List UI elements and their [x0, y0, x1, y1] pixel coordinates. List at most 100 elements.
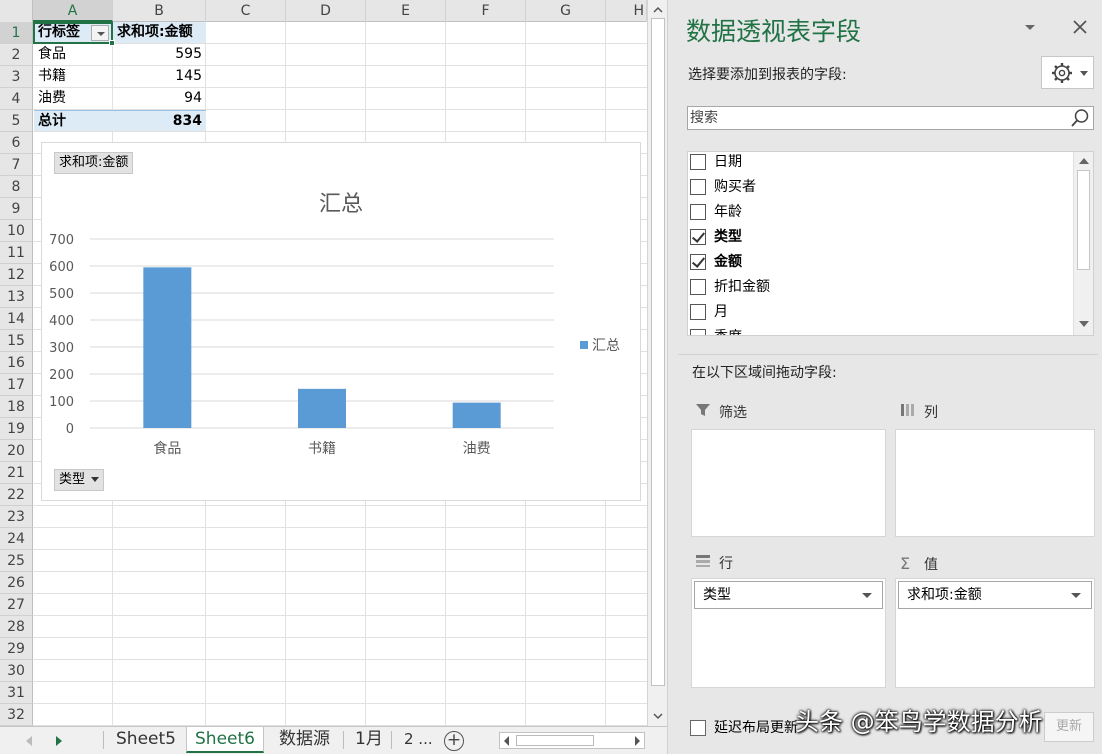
pivot-value-header[interactable]: 求和项:金额 [113, 22, 206, 43]
field-checkbox[interactable] [690, 304, 706, 320]
column-header-h[interactable]: H [606, 0, 647, 22]
chart-axis-field-button[interactable]: 类型 [54, 469, 105, 491]
search-icon[interactable] [1070, 108, 1090, 128]
pivot-total-label[interactable]: 总计 [34, 110, 113, 131]
pivot-row-label[interactable]: 食品 [34, 44, 113, 65]
row-header[interactable]: 19 [0, 418, 33, 440]
scroll-right-icon[interactable] [635, 736, 640, 746]
field-checkbox[interactable] [690, 279, 706, 295]
horizontal-scroll-thumb[interactable] [516, 735, 594, 746]
row-header[interactable]: 24 [0, 528, 33, 550]
row-header[interactable]: 13 [0, 286, 33, 308]
pivot-row-label[interactable]: 油费 [34, 88, 113, 109]
tools-button[interactable] [1041, 56, 1094, 89]
rows-drop-zone[interactable]: 类型 [691, 578, 886, 688]
scroll-left-icon[interactable] [504, 736, 509, 746]
row-header[interactable]: 8 [0, 176, 33, 198]
row-header[interactable]: 22 [0, 484, 33, 506]
row-header[interactable]: 23 [0, 506, 33, 528]
chevron-down-icon [91, 477, 100, 482]
row-header[interactable]: 9 [0, 198, 33, 220]
tab-sheet5[interactable]: Sheet5 [108, 727, 184, 753]
row-header[interactable]: 20 [0, 440, 33, 462]
row-header[interactable]: 15 [0, 330, 33, 352]
tab-sheet6[interactable]: Sheet6 [186, 727, 264, 753]
row-header[interactable]: 29 [0, 638, 33, 660]
row-header[interactable]: 25 [0, 550, 33, 572]
horizontal-scrollbar[interactable] [499, 732, 645, 749]
values-drop-zone[interactable]: 求和项:金额 [895, 578, 1095, 688]
column-header-e[interactable]: E [366, 0, 446, 22]
fill-handle[interactable] [109, 40, 115, 46]
pivot-row-value[interactable]: 94 [113, 88, 206, 109]
field-checkbox[interactable] [690, 154, 706, 170]
vertical-scrollbar[interactable] [647, 0, 667, 726]
row-header[interactable]: 26 [0, 572, 33, 594]
scroll-up-icon[interactable] [652, 4, 664, 16]
filter-drop-zone[interactable] [691, 429, 886, 537]
row-header[interactable]: 31 [0, 682, 33, 704]
row-header[interactable]: 5 [0, 110, 33, 132]
pivot-row-value[interactable]: 595 [113, 44, 206, 65]
field-checkbox[interactable] [690, 179, 706, 195]
row-header[interactable]: 30 [0, 660, 33, 682]
column-header-f[interactable]: F [446, 0, 526, 22]
scroll-down-icon[interactable] [652, 710, 664, 722]
tab-scroll-left-icon[interactable] [26, 736, 32, 746]
pivot-total-value[interactable]: 834 [113, 110, 206, 131]
values-field-chip[interactable]: 求和项:金额 [898, 581, 1092, 609]
rows-field-chip[interactable]: 类型 [694, 581, 883, 609]
field-label: 类型 [714, 229, 742, 245]
defer-layout-checkbox[interactable] [690, 720, 706, 736]
field-list-scrollbar[interactable] [1073, 152, 1093, 335]
field-checkbox[interactable] [690, 254, 706, 270]
pivot-chart[interactable]: 汇总 700 600 500 400 300 200 100 0 食品 书籍 油费 汇总 求和项:金额 … [41, 142, 641, 501]
row-header[interactable]: 28 [0, 616, 33, 638]
column-header-d[interactable]: D [286, 0, 366, 22]
scroll-up-icon[interactable] [1078, 156, 1090, 166]
select-all-corner[interactable] [0, 0, 33, 22]
field-checkbox[interactable] [690, 329, 706, 335]
scrollbar-thumb[interactable] [651, 18, 665, 686]
row-header[interactable]: 32 [0, 704, 33, 726]
row-header[interactable]: 17 [0, 374, 33, 396]
column-header-a[interactable]: A [33, 0, 113, 22]
field-list-scroll-thumb[interactable] [1077, 170, 1090, 270]
tab-january[interactable]: 1月 [347, 727, 391, 753]
tab-data-source[interactable]: 数据源 [271, 727, 338, 753]
row-header[interactable]: 27 [0, 594, 33, 616]
row-header[interactable]: 4 [0, 88, 33, 110]
close-icon[interactable] [1073, 20, 1087, 34]
chart-value-field-button[interactable]: 求和项:金额 [54, 152, 134, 174]
row-header[interactable]: 14 [0, 308, 33, 330]
plus-circle-icon[interactable]: + [444, 731, 464, 751]
row-header[interactable]: 21 [0, 462, 33, 484]
chevron-down-icon[interactable] [1024, 24, 1036, 32]
row-header[interactable]: 3 [0, 66, 33, 88]
row-header[interactable]: 16 [0, 352, 33, 374]
column-header-g[interactable]: G [526, 0, 606, 22]
update-button[interactable]: 更新 [1044, 712, 1094, 742]
field-checkbox[interactable] [690, 229, 706, 245]
row-header[interactable]: 2 [0, 44, 33, 66]
row-header[interactable]: 10 [0, 220, 33, 242]
chevron-down-icon[interactable] [1071, 593, 1081, 598]
row-header[interactable]: 6 [0, 132, 33, 154]
row-header[interactable]: 11 [0, 242, 33, 264]
chevron-down-icon[interactable] [862, 593, 872, 598]
scroll-down-icon[interactable] [1078, 319, 1090, 329]
row-header[interactable]: 7 [0, 154, 33, 176]
column-header-b[interactable]: B [113, 0, 206, 22]
tab-more[interactable]: 2 ... [396, 727, 441, 753]
pivot-row-value[interactable]: 145 [113, 66, 206, 87]
row-header[interactable]: 18 [0, 396, 33, 418]
worksheet[interactable]: A B C D E F G H 1 2 3 4 5 6 7 8 9 10 11 12 13 14 15 16 1… [0, 0, 647, 726]
row-header[interactable]: 12 [0, 264, 33, 286]
tab-scroll-right-icon[interactable] [56, 736, 62, 746]
column-header-c[interactable]: C [206, 0, 286, 22]
columns-drop-zone[interactable] [895, 429, 1095, 537]
field-checkbox[interactable] [690, 204, 706, 220]
field-search-input[interactable] [690, 108, 1060, 128]
pivot-row-label[interactable]: 书籍 [34, 66, 113, 87]
row-header[interactable]: 1 [0, 22, 33, 44]
